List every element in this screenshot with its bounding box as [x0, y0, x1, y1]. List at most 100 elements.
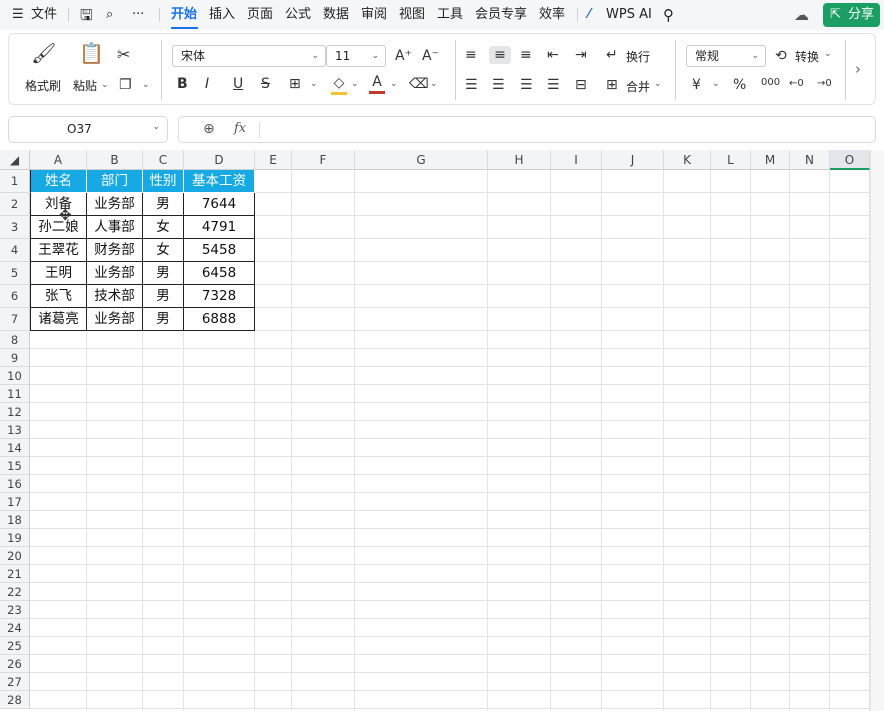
clear-format-icon[interactable]: ⌫ [409, 75, 429, 93]
fill-color-caret-icon[interactable]: ⌄ [351, 79, 359, 89]
column-header-m[interactable]: M [751, 150, 790, 170]
tab-view[interactable]: 视图 [399, 5, 425, 25]
format-painter-button[interactable]: 格式刷 [25, 77, 61, 94]
row-header-11[interactable]: 11 [0, 385, 30, 403]
menu-file[interactable]: 文件 [31, 5, 57, 25]
cut-icon[interactable]: ✂ [117, 46, 130, 64]
currency-button[interactable]: ¥ [692, 76, 701, 94]
zoom-icon[interactable]: ⊕ [203, 121, 215, 137]
row-header-20[interactable]: 20 [0, 547, 30, 565]
italic-button[interactable]: I [205, 75, 209, 93]
row-header-5[interactable]: 5 [0, 262, 30, 285]
table-cell[interactable]: 7328 [184, 285, 255, 308]
font-name-select[interactable]: 宋体 ⌄ [172, 45, 326, 67]
row-header-2[interactable]: 2 [0, 193, 30, 216]
header-cell[interactable]: 姓名 [30, 170, 87, 193]
percent-button[interactable]: % [733, 76, 746, 94]
column-header-f[interactable]: F [292, 150, 355, 170]
row-header-24[interactable]: 24 [0, 619, 30, 637]
column-header-g[interactable]: G [355, 150, 488, 170]
vertical-scrollbar[interactable] [870, 150, 884, 711]
copy-caret-icon[interactable]: ⌄ [142, 80, 150, 90]
column-header-n[interactable]: N [790, 150, 830, 170]
table-cell[interactable]: 技术部 [87, 285, 143, 308]
table-cell[interactable]: 男 [143, 193, 184, 216]
table-cell[interactable]: 王翠花 [30, 239, 87, 262]
tab-review[interactable]: 审阅 [361, 5, 387, 25]
share-button[interactable]: ⇱ 分享 [823, 3, 880, 27]
table-cell[interactable]: 业务部 [87, 193, 143, 216]
table-cell[interactable]: 6458 [184, 262, 255, 285]
save-icon[interactable]: 🖫 [80, 5, 93, 25]
paste-caret-icon[interactable]: ⌄ [101, 80, 109, 90]
column-header-b[interactable]: B [87, 150, 143, 170]
row-header-9[interactable]: 9 [0, 349, 30, 367]
decrease-font-icon[interactable]: A⁻ [422, 47, 439, 65]
align-top-icon[interactable]: ≡ [465, 46, 477, 64]
table-cell[interactable]: 男 [143, 285, 184, 308]
column-header-k[interactable]: K [664, 150, 711, 170]
search-icon[interactable]: ⚲ [663, 5, 674, 25]
table-cell[interactable]: 5458 [184, 239, 255, 262]
align-center-icon[interactable]: ☰ [492, 76, 505, 94]
wrap-text-icon[interactable]: ↵ [606, 46, 618, 64]
row-header-19[interactable]: 19 [0, 529, 30, 547]
row-header-27[interactable]: 27 [0, 673, 30, 691]
table-cell[interactable]: 男 [143, 308, 184, 331]
table-cell[interactable]: 4791 [184, 216, 255, 239]
currency-caret-icon[interactable]: ⌄ [712, 79, 720, 89]
header-cell[interactable]: 基本工资 [184, 170, 255, 193]
table-cell[interactable]: 诸葛亮 [30, 308, 87, 331]
column-header-a[interactable]: A [30, 150, 87, 170]
row-header-16[interactable]: 16 [0, 475, 30, 493]
table-cell[interactable]: 业务部 [87, 262, 143, 285]
row-header-1[interactable]: 1 [0, 170, 30, 193]
ribbon-scroll-right-icon[interactable]: › [855, 60, 861, 78]
bold-button[interactable]: B [177, 75, 188, 93]
row-header-23[interactable]: 23 [0, 601, 30, 619]
row-header-6[interactable]: 6 [0, 285, 30, 308]
table-cell[interactable]: 张飞 [30, 285, 87, 308]
column-header-c[interactable]: C [143, 150, 184, 170]
table-cell[interactable]: 女 [143, 216, 184, 239]
table-cell[interactable]: 王明 [30, 262, 87, 285]
align-left-icon[interactable]: ☰ [465, 76, 478, 94]
tab-home[interactable]: 开始 [171, 5, 197, 25]
clear-caret-icon[interactable]: ⌄ [430, 79, 438, 89]
align-bottom-icon[interactable]: ≡ [520, 46, 532, 64]
strikethrough-button[interactable]: S [261, 75, 270, 93]
row-header-8[interactable]: 8 [0, 331, 30, 349]
merge-caret-icon[interactable]: ⌄ [654, 79, 662, 89]
increase-font-icon[interactable]: A⁺ [395, 47, 412, 65]
wps-ai-icon[interactable]: ⁄ [588, 5, 590, 25]
tab-member[interactable]: 会员专享 [475, 5, 527, 25]
merge-button[interactable]: 合并 [626, 78, 650, 95]
column-header-j[interactable]: J [602, 150, 664, 170]
borders-caret-icon[interactable]: ⌄ [310, 79, 318, 89]
merge-icon[interactable]: ⊞ [606, 76, 618, 94]
row-header-26[interactable]: 26 [0, 655, 30, 673]
row-header-12[interactable]: 12 [0, 403, 30, 421]
align-middle-icon[interactable]: ≡ [489, 46, 511, 64]
row-header-3[interactable]: 3 [0, 216, 30, 239]
wrap-text-button[interactable]: 换行 [626, 48, 650, 65]
column-header-l[interactable]: L [711, 150, 751, 170]
align-right-icon[interactable]: ☰ [520, 76, 533, 94]
justify-icon[interactable]: ☰ [547, 76, 560, 94]
row-header-22[interactable]: 22 [0, 583, 30, 601]
tab-tools[interactable]: 工具 [437, 5, 463, 25]
tab-insert[interactable]: 插入 [209, 5, 235, 25]
borders-icon[interactable]: ⊞ [289, 75, 301, 93]
table-cell[interactable]: 女 [143, 239, 184, 262]
convert-button[interactable]: 转换 [795, 48, 819, 65]
row-header-28[interactable]: 28 [0, 691, 30, 709]
row-header-7[interactable]: 7 [0, 308, 30, 331]
convert-icon[interactable]: ⟲ [775, 47, 787, 65]
table-cell[interactable]: 业务部 [87, 308, 143, 331]
distributed-icon[interactable]: ⊟ [575, 76, 587, 94]
table-cell[interactable]: 6888 [184, 308, 255, 331]
row-header-13[interactable]: 13 [0, 421, 30, 439]
more-icon[interactable]: ··· [132, 5, 144, 25]
column-header-d[interactable]: D [184, 150, 255, 170]
column-header-e[interactable]: E [255, 150, 292, 170]
